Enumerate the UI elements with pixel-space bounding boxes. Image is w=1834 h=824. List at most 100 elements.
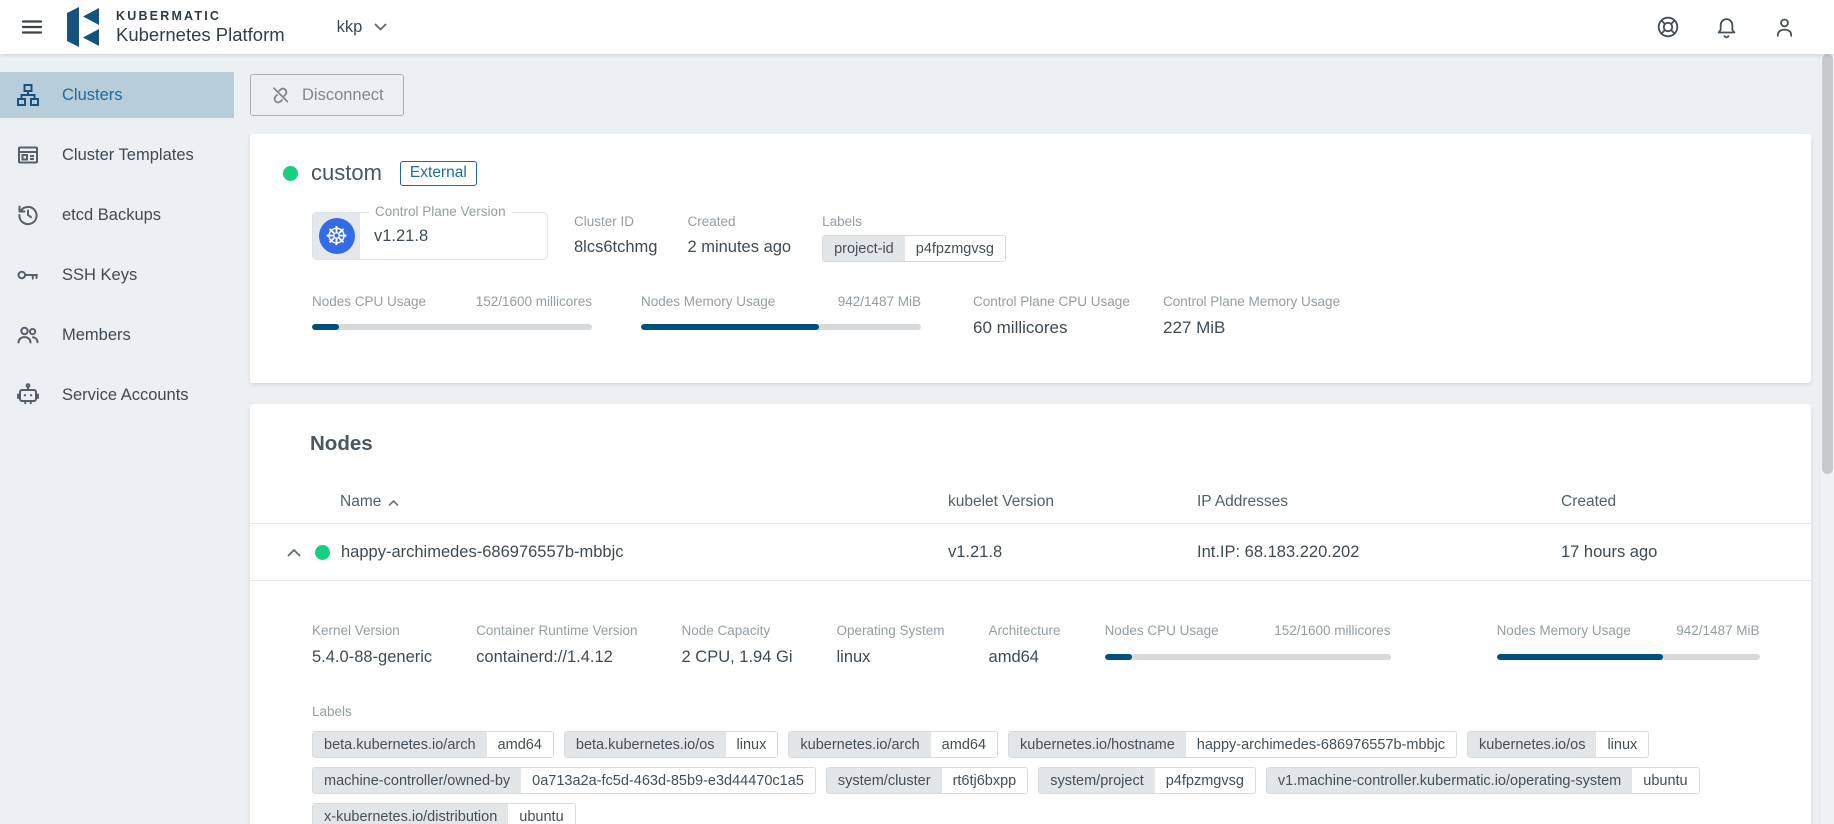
- nodes-cpu-usage-label: Nodes CPU Usage: [312, 294, 427, 309]
- sidebar: Clusters Cluster Templates etcd Backups: [0, 54, 234, 824]
- label-key: x-kubernetes.io/distribution: [313, 804, 509, 824]
- sidebar-item-etcd-backups[interactable]: etcd Backups: [0, 192, 234, 238]
- node-table-row[interactable]: happy-archimedes-686976557b-mbbjc v1.21.…: [250, 524, 1811, 581]
- label-value: ubuntu: [1643, 772, 1688, 789]
- user-icon: [1772, 15, 1797, 40]
- cluster-name: custom: [311, 160, 382, 185]
- architecture-label: Architecture: [988, 623, 1061, 638]
- control-plane-memory-usage: Control Plane Memory Usage 227 MiB: [1163, 294, 1340, 338]
- progress-fill: [1496, 654, 1664, 660]
- nodes-section-title: Nodes: [310, 432, 373, 455]
- brand-text: KUBERMATIC Kubernetes Platform: [116, 9, 285, 46]
- node-cpu-usage-label: Nodes CPU Usage: [1104, 623, 1219, 638]
- node-capacity-column: Node Capacity 2 CPU, 1.94 Gi: [682, 623, 793, 667]
- created-label: Created: [687, 214, 736, 229]
- node-label-chip: kubernetes.io/os linux: [1467, 731, 1650, 758]
- progress-fill: [1104, 654, 1132, 660]
- progress-track: [641, 324, 921, 330]
- lifebuoy-icon: [1655, 14, 1681, 40]
- column-header-name-label: Name: [340, 492, 382, 510]
- created-value: 2 minutes ago: [687, 238, 792, 256]
- node-memory-usage-value: 942/1487 MiB: [1676, 623, 1760, 638]
- node-label-chip: x-kubernetes.io/distribution ubuntu: [312, 803, 576, 824]
- node-cpu-usage: Nodes CPU Usage 152/1600 millicores: [1104, 623, 1391, 660]
- top-bar: KUBERMATIC Kubernetes Platform kkp: [0, 0, 1834, 54]
- labels-column: Labels project-id p4fpzmgvsg: [822, 214, 1006, 262]
- control-plane-version-label: Control Plane Version: [369, 204, 512, 219]
- kernel-version-label: Kernel Version: [312, 623, 400, 638]
- progress-fill: [641, 324, 819, 330]
- hamburger-icon: [20, 15, 44, 39]
- node-label-chip: v1.machine-controller.kubermatic.io/oper…: [1265, 767, 1700, 794]
- members-icon: [16, 323, 40, 347]
- sidebar-item-cluster-templates[interactable]: Cluster Templates: [0, 132, 234, 178]
- sidebar-item-ssh-keys[interactable]: SSH Keys: [0, 252, 234, 298]
- cp-cpu-usage-label: Control Plane CPU Usage: [973, 294, 1130, 309]
- cluster-id-label: Cluster ID: [574, 214, 635, 229]
- kernel-version-column: Kernel Version 5.4.0-88-generic: [312, 623, 432, 667]
- sidebar-item-members[interactable]: Members: [0, 312, 234, 358]
- sidebar-item-label: Service Accounts: [62, 385, 189, 404]
- column-header-kubelet: kubelet Version: [948, 492, 1054, 510]
- label-key: kubernetes.io/os: [1468, 732, 1597, 757]
- user-menu-button[interactable]: [1764, 7, 1804, 47]
- sidebar-item-service-accounts[interactable]: Service Accounts: [0, 372, 234, 418]
- label-key: machine-controller/owned-by: [313, 768, 522, 793]
- project-name: kkp: [336, 17, 363, 36]
- node-label-chip: beta.kubernetes.io/os linux: [563, 731, 779, 758]
- chevron-up-icon: [287, 548, 301, 557]
- sidebar-item-label: Cluster Templates: [62, 145, 194, 164]
- chevron-down-icon: [374, 23, 387, 32]
- disconnect-label: Disconnect: [302, 85, 384, 104]
- label-value: 0a713a2a-fc5d-463d-85b9-e3d44470c1a5: [532, 772, 804, 789]
- node-cpu-usage-value: 152/1600 millicores: [1274, 623, 1391, 638]
- ssh-keys-icon: [16, 263, 40, 287]
- disconnect-button[interactable]: Disconnect: [250, 74, 404, 116]
- cluster-type-badge: External: [399, 160, 477, 186]
- cluster-label-chip: project-id p4fpzmgvsg: [822, 235, 1006, 262]
- help-button[interactable]: [1648, 7, 1688, 47]
- menu-toggle-button[interactable]: [12, 7, 52, 47]
- sidebar-item-label: etcd Backups: [62, 205, 162, 224]
- kubernetes-provider-icon: ☸: [313, 213, 360, 259]
- clusters-icon: [16, 83, 40, 107]
- node-label-chip: beta.kubernetes.io/arch amd64: [312, 731, 554, 758]
- label-key: kubernetes.io/arch: [789, 732, 931, 757]
- cluster-status-dot: [283, 165, 298, 181]
- label-value: happy-archimedes-686976557b-mbbjc: [1196, 736, 1446, 753]
- progress-fill: [312, 324, 339, 330]
- project-selector[interactable]: kkp: [337, 18, 388, 37]
- sidebar-item-clusters[interactable]: Clusters: [0, 72, 234, 118]
- nodes-memory-usage-label: Nodes Memory Usage: [641, 294, 776, 309]
- label-key: beta.kubernetes.io/os: [564, 732, 726, 757]
- notifications-button[interactable]: [1706, 7, 1746, 47]
- created-column: Created 2 minutes ago: [687, 214, 791, 257]
- label-value: rt6tj6bxpp: [952, 772, 1017, 789]
- cluster-id-column: Cluster ID 8lcs6tchmg: [574, 214, 657, 257]
- cluster-info-row: ☸ Control Plane Version v1.21.8 Cluster …: [312, 204, 1749, 262]
- nodes-memory-usage: Nodes Memory Usage 942/1487 MiB: [641, 294, 921, 330]
- kubernetes-logo-icon: ☸: [318, 218, 355, 254]
- label-key: system/cluster: [826, 768, 942, 793]
- scrollbar-thumb[interactable]: [1822, 54, 1833, 474]
- sidebar-item-label: Members: [62, 325, 131, 344]
- node-label-chip: system/project p4fpzmgvsg: [1038, 767, 1256, 794]
- label-key: beta.kubernetes.io/arch: [313, 732, 487, 757]
- label-value: linux: [736, 736, 767, 753]
- collapse-row-button[interactable]: [286, 548, 302, 557]
- node-label-chip: system/cluster rt6tj6bxpp: [825, 767, 1029, 794]
- column-header-name[interactable]: Name: [250, 493, 948, 511]
- cp-cpu-usage-value: 60 millicores: [973, 318, 1068, 337]
- node-status-dot: [315, 544, 330, 560]
- progress-track: [1104, 654, 1391, 660]
- label-value: p4fpzmgvsg: [915, 240, 994, 257]
- node-labels-list: beta.kubernetes.io/arch amd64 beta.kuber…: [312, 731, 1732, 824]
- operating-system-label: Operating System: [836, 623, 945, 638]
- label-value: amd64: [941, 736, 987, 753]
- sort-ascending-icon: [388, 499, 399, 507]
- cp-memory-usage-label: Control Plane Memory Usage: [1163, 294, 1341, 309]
- service-accounts-icon: [16, 383, 40, 407]
- node-capacity-label: Node Capacity: [681, 623, 771, 638]
- brand[interactable]: KUBERMATIC Kubernetes Platform: [60, 6, 285, 48]
- control-plane-cpu-usage: Control Plane CPU Usage 60 millicores: [973, 294, 1149, 338]
